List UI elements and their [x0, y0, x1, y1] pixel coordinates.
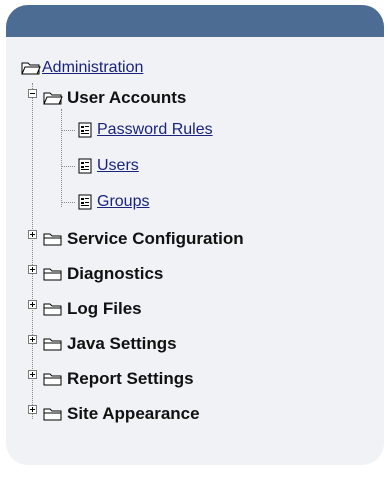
open-folder-icon [43, 92, 63, 105]
tree-root-administration[interactable]: Administration [42, 58, 143, 78]
expand-toggle-service-configuration[interactable] [28, 230, 37, 239]
expand-toggle-log-files[interactable] [28, 300, 37, 309]
tree-item-java-settings[interactable]: Java Settings [67, 334, 177, 354]
tree-line [61, 109, 62, 207]
tree-item-users[interactable]: Users [97, 156, 139, 176]
tree-item-user-accounts[interactable]: User Accounts [67, 88, 186, 108]
tree-line [61, 202, 75, 203]
expand-toggle-diagnostics[interactable] [28, 265, 37, 274]
folder-icon [43, 408, 62, 421]
expand-toggle-report-settings[interactable] [28, 370, 37, 379]
tree-line [61, 130, 75, 131]
tree-line [32, 83, 33, 419]
tree-item-password-rules[interactable]: Password Rules [97, 120, 213, 140]
page-icon [78, 158, 92, 174]
tree-item-groups[interactable]: Groups [97, 192, 149, 212]
tree-item-report-settings[interactable]: Report Settings [67, 369, 194, 389]
page-icon [78, 194, 92, 210]
folder-icon [43, 303, 62, 316]
folder-icon [43, 233, 62, 246]
page-icon [78, 122, 92, 138]
open-folder-icon [21, 62, 41, 75]
tree-item-log-files[interactable]: Log Files [67, 299, 142, 319]
admin-navigation-panel: Administration User Accounts Password Ru… [6, 5, 384, 465]
tree-item-service-configuration[interactable]: Service Configuration [67, 229, 244, 249]
admin-tree: Administration User Accounts Password Ru… [6, 5, 384, 465]
expand-toggle-java-settings[interactable] [28, 335, 37, 344]
folder-icon [43, 268, 62, 281]
collapse-toggle-user-accounts[interactable] [28, 89, 37, 98]
tree-item-site-appearance[interactable]: Site Appearance [67, 404, 200, 424]
folder-icon [43, 373, 62, 386]
tree-item-diagnostics[interactable]: Diagnostics [67, 264, 163, 284]
folder-icon [43, 338, 62, 351]
expand-toggle-site-appearance[interactable] [28, 405, 37, 414]
tree-line [61, 166, 75, 167]
